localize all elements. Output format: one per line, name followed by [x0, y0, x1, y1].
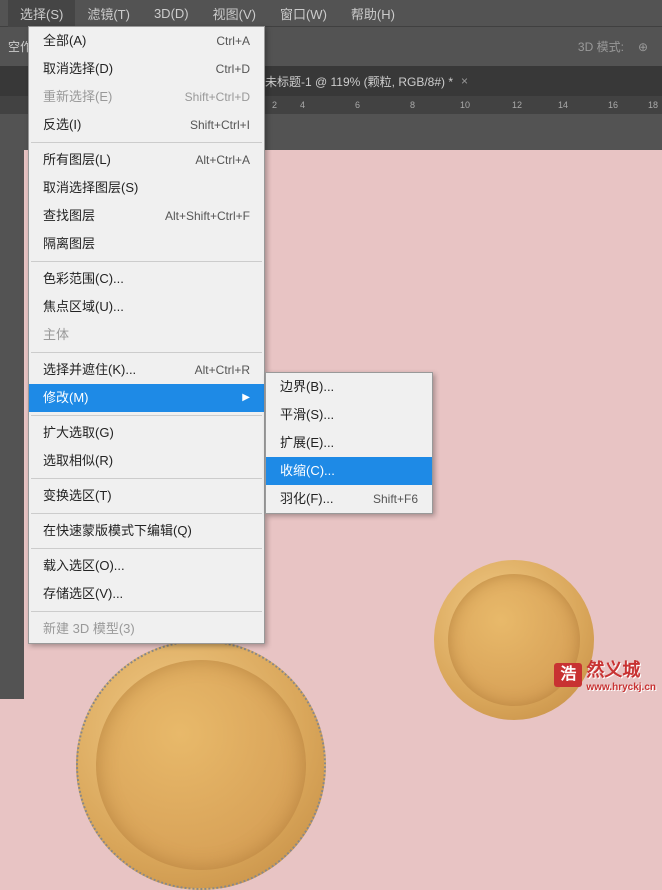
menu-help[interactable]: 帮助(H)	[339, 0, 407, 27]
menu-filter[interactable]: 滤镜(T)	[75, 0, 142, 27]
select-menu-item[interactable]: 全部(A) Ctrl+A	[29, 27, 264, 55]
menu-separator	[31, 611, 262, 612]
ruler-mark: 12	[512, 100, 522, 110]
menu-item-shortcut: Shift+Ctrl+D	[185, 87, 250, 107]
menu-item-label: 在快速蒙版模式下编辑(Q)	[43, 521, 192, 541]
menu-item-label: 重新选择(E)	[43, 87, 112, 107]
select-menu-item[interactable]: 查找图层 Alt+Shift+Ctrl+F	[29, 202, 264, 230]
select-menu-item: 主体	[29, 321, 264, 349]
mode3d-icon[interactable]: ⊕	[638, 40, 648, 54]
menu-item-label: 修改(M)	[43, 388, 89, 408]
menu-separator	[31, 352, 262, 353]
document-tab-title[interactable]: 未标题-1 @ 119% (颗粒, RGB/8#) *	[265, 73, 453, 90]
close-icon[interactable]: ×	[461, 74, 468, 88]
cookie-large-shape	[76, 640, 326, 890]
menu-item-shortcut: Alt+Shift+Ctrl+F	[165, 206, 250, 226]
menu-item-label: 羽化(F)...	[280, 489, 333, 509]
menu-item-label: 查找图层	[43, 206, 95, 226]
select-menu-item[interactable]: 所有图层(L) Alt+Ctrl+A	[29, 146, 264, 174]
ruler-mark: 16	[608, 100, 618, 110]
modify-submenu-item[interactable]: 平滑(S)...	[266, 401, 432, 429]
select-menu-item[interactable]: 选取相似(R)	[29, 447, 264, 475]
ruler-mark: 4	[300, 100, 305, 110]
modify-submenu-item[interactable]: 羽化(F)... Shift+F6	[266, 485, 432, 513]
select-menu-item: 新建 3D 模型(3)	[29, 615, 264, 643]
menu-separator	[31, 415, 262, 416]
ruler-mark: 18	[648, 100, 658, 110]
ruler-mark: 10	[460, 100, 470, 110]
menu-select[interactable]: 选择(S)	[8, 0, 75, 27]
menu-item-label: 取消选择图层(S)	[43, 178, 138, 198]
select-menu-item[interactable]: 载入选区(O)...	[29, 552, 264, 580]
menu-item-label: 焦点区域(U)...	[43, 297, 124, 317]
menubar: 选择(S) 滤镜(T) 3D(D) 视图(V) 窗口(W) 帮助(H)	[0, 0, 662, 26]
select-menu-item[interactable]: 存储选区(V)...	[29, 580, 264, 608]
select-menu-item[interactable]: 在快速蒙版模式下编辑(Q)	[29, 517, 264, 545]
menu-item-label: 扩展(E)...	[280, 433, 334, 453]
modify-submenu-item[interactable]: 扩展(E)...	[266, 429, 432, 457]
modify-submenu-item[interactable]: 边界(B)...	[266, 373, 432, 401]
menu-item-label: 边界(B)...	[280, 377, 334, 397]
menu-item-label: 平滑(S)...	[280, 405, 334, 425]
menu-item-shortcut: Alt+Ctrl+R	[195, 360, 250, 380]
menu-item-label: 色彩范围(C)...	[43, 269, 124, 289]
select-menu-item[interactable]: 选择并遮住(K)... Alt+Ctrl+R	[29, 356, 264, 384]
menu-item-label: 收缩(C)...	[280, 461, 335, 481]
menu-item-label: 新建 3D 模型(3)	[43, 619, 135, 639]
watermark-logo: 浩	[554, 663, 582, 687]
menu-item-label: 选择并遮住(K)...	[43, 360, 136, 380]
menu-separator	[31, 513, 262, 514]
menu-item-label: 所有图层(L)	[43, 150, 111, 170]
menu-view[interactable]: 视图(V)	[201, 0, 268, 27]
menu-item-label: 变换选区(T)	[43, 486, 112, 506]
menu-item-label: 扩大选取(G)	[43, 423, 114, 443]
menu-item-shortcut: Shift+F6	[373, 489, 418, 509]
menu-item-label: 隔离图层	[43, 234, 95, 254]
menu-item-label: 存储选区(V)...	[43, 584, 123, 604]
menu-separator	[31, 548, 262, 549]
menu-3d[interactable]: 3D(D)	[142, 2, 201, 25]
menu-item-label: 选取相似(R)	[43, 451, 113, 471]
modify-submenu-item[interactable]: 收缩(C)...	[266, 457, 432, 485]
select-menu-item[interactable]: 变换选区(T)	[29, 482, 264, 510]
select-menu-dropdown: 全部(A) Ctrl+A 取消选择(D) Ctrl+D 重新选择(E) Shift+Ctr…	[28, 26, 265, 644]
ruler-mark: 8	[410, 100, 415, 110]
select-menu-item: 重新选择(E) Shift+Ctrl+D	[29, 83, 264, 111]
select-menu-item[interactable]: 反选(I) Shift+Ctrl+I	[29, 111, 264, 139]
menu-item-label: 载入选区(O)...	[43, 556, 125, 576]
modify-submenu: 边界(B)... 平滑(S)... 扩展(E)... 收缩(C)... 羽化(F)...…	[265, 372, 433, 514]
menu-item-shortcut: Ctrl+D	[216, 59, 250, 79]
menu-item-label: 反选(I)	[43, 115, 81, 135]
cookie-small-shape	[434, 560, 594, 720]
select-menu-item[interactable]: 隔离图层	[29, 230, 264, 258]
ruler-mark: 2	[272, 100, 277, 110]
select-menu-item[interactable]: 扩大选取(G)	[29, 419, 264, 447]
chevron-right-icon: ▶	[242, 388, 250, 408]
select-menu-item[interactable]: 取消选择(D) Ctrl+D	[29, 55, 264, 83]
select-menu-item[interactable]: 取消选择图层(S)	[29, 174, 264, 202]
menu-separator	[31, 478, 262, 479]
mode3d-label: 3D 模式:	[578, 38, 624, 55]
select-menu-item[interactable]: 焦点区域(U)...	[29, 293, 264, 321]
menu-separator	[31, 261, 262, 262]
menu-item-shortcut: Ctrl+A	[216, 31, 250, 51]
ruler-mark: 14	[558, 100, 568, 110]
select-menu-item[interactable]: 色彩范围(C)...	[29, 265, 264, 293]
ruler-mark: 6	[355, 100, 360, 110]
menu-window[interactable]: 窗口(W)	[268, 0, 339, 27]
menu-item-label: 主体	[43, 325, 69, 345]
menu-item-label: 取消选择(D)	[43, 59, 113, 79]
watermark-text: 然义城	[586, 656, 656, 682]
select-menu-item[interactable]: 修改(M) ▶	[29, 384, 264, 412]
menu-separator	[31, 142, 262, 143]
menu-item-shortcut: Alt+Ctrl+A	[195, 150, 250, 170]
watermark: 浩 然义城 www.hryckj.cn	[554, 656, 656, 693]
menu-item-label: 全部(A)	[43, 31, 86, 51]
menu-item-shortcut: Shift+Ctrl+I	[190, 115, 250, 135]
watermark-url: www.hryckj.cn	[586, 682, 656, 693]
